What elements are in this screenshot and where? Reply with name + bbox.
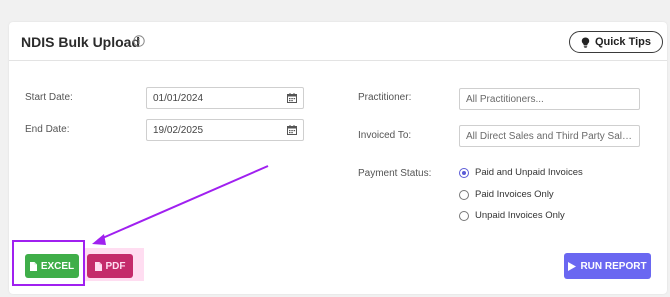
page-title: NDIS Bulk Upload — [21, 34, 141, 50]
annotation-highlight — [84, 248, 144, 281]
practitioner-value: All Practitioners... — [466, 93, 544, 105]
quick-tips-button[interactable]: Quick Tips — [569, 31, 663, 53]
practitioner-select[interactable]: All Practitioners... — [459, 88, 640, 110]
end-date-value: 19/02/2025 — [153, 124, 204, 136]
invoiced-to-select[interactable]: All Direct Sales and Third Party Sales.. — [459, 125, 640, 147]
payment-status-label: Payment Status: — [358, 168, 432, 179]
end-date-label: End Date: — [25, 124, 70, 135]
radio-paid-only[interactable]: Paid Invoices Only — [459, 189, 554, 200]
invoiced-to-value: All Direct Sales and Third Party Sales.. — [466, 130, 633, 142]
run-report-button[interactable]: RUN REPORT — [564, 253, 651, 279]
annotation-box — [12, 240, 85, 286]
calendar-icon[interactable] — [287, 125, 297, 135]
info-icon[interactable] — [133, 35, 145, 47]
start-date-label: Start Date: — [25, 92, 73, 103]
invoiced-to-label: Invoiced To: — [358, 130, 412, 141]
calendar-icon[interactable] — [287, 93, 297, 103]
start-date-field[interactable]: 01/01/2024 — [146, 87, 304, 109]
quick-tips-label: Quick Tips — [594, 36, 652, 48]
radio-label: Paid and Unpaid Invoices — [475, 167, 583, 178]
lightbulb-icon — [581, 37, 590, 48]
radio-unpaid-only[interactable]: Unpaid Invoices Only — [459, 210, 565, 221]
play-icon — [568, 261, 577, 271]
card-header: NDIS Bulk Upload Quick Tips — [9, 22, 667, 61]
radio-label: Paid Invoices Only — [475, 189, 554, 200]
radio-paid-and-unpaid[interactable]: Paid and Unpaid Invoices — [459, 167, 583, 178]
practitioner-label: Practitioner: — [358, 92, 412, 103]
radio-label: Unpaid Invoices Only — [475, 210, 565, 221]
start-date-value: 01/01/2024 — [153, 92, 204, 104]
radio-button[interactable] — [459, 189, 469, 200]
run-report-label: RUN REPORT — [580, 260, 647, 272]
end-date-field[interactable]: 19/02/2025 — [146, 119, 304, 141]
radio-button[interactable] — [459, 167, 469, 178]
radio-button[interactable] — [459, 210, 469, 221]
